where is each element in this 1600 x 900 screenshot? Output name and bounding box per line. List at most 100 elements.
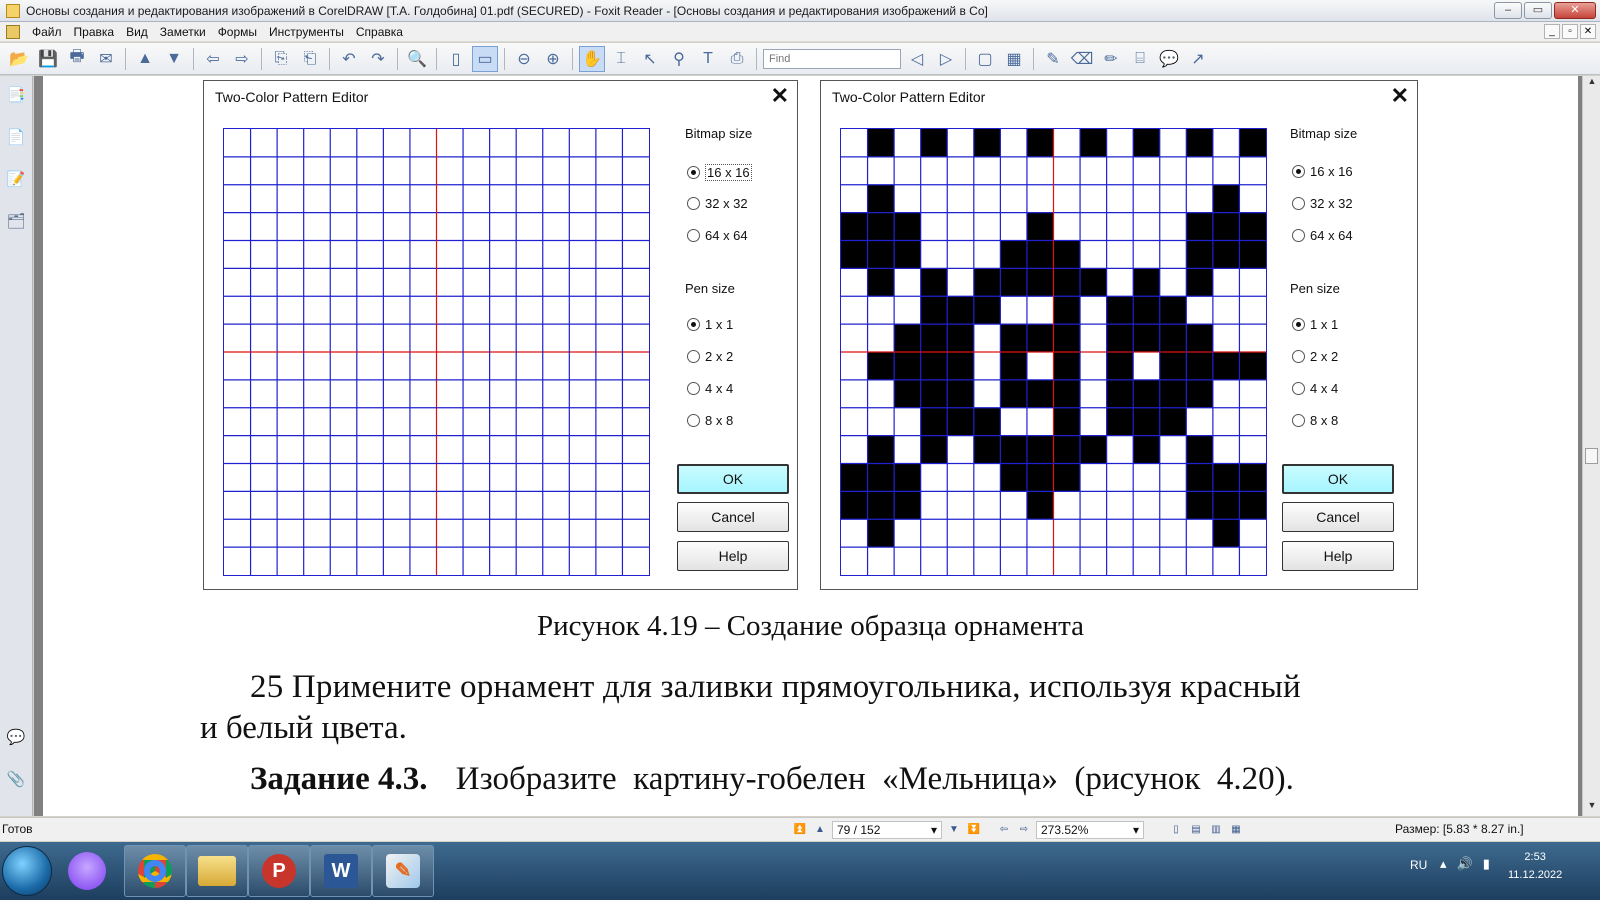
previous-page-icon[interactable]: ▲ bbox=[812, 822, 828, 838]
pattern-cell[interactable] bbox=[1080, 352, 1107, 380]
pattern-cell[interactable] bbox=[569, 212, 596, 241]
pattern-cell[interactable] bbox=[542, 324, 570, 352]
pattern-cell[interactable] bbox=[542, 435, 570, 464]
pattern-cell[interactable] bbox=[569, 240, 596, 269]
next-page-status-icon[interactable]: ▼ bbox=[946, 822, 962, 838]
pattern-cell[interactable] bbox=[920, 519, 948, 548]
pattern-cell[interactable] bbox=[1133, 129, 1160, 157]
pattern-cell[interactable] bbox=[383, 212, 410, 241]
pattern-cell[interactable] bbox=[867, 268, 895, 297]
pattern-cell[interactable] bbox=[542, 547, 570, 575]
pattern-cell[interactable] bbox=[463, 547, 490, 575]
pattern-cell[interactable] bbox=[463, 212, 490, 241]
find-prev-icon[interactable]: ◁ bbox=[904, 46, 930, 72]
pattern-cell[interactable] bbox=[489, 491, 517, 520]
pattern-cell[interactable] bbox=[463, 184, 490, 213]
pattern-cell[interactable] bbox=[1026, 324, 1054, 352]
pattern-cell[interactable] bbox=[489, 463, 517, 492]
pattern-cell[interactable] bbox=[1239, 296, 1266, 325]
pattern-cell[interactable] bbox=[867, 324, 895, 352]
pattern-cell[interactable] bbox=[841, 491, 868, 520]
pattern-cell[interactable] bbox=[622, 352, 649, 380]
pattern-cell[interactable] bbox=[1053, 352, 1081, 380]
pattern-cell[interactable] bbox=[1080, 519, 1107, 548]
pattern-cell[interactable] bbox=[277, 352, 304, 380]
help-button[interactable]: Help bbox=[1282, 541, 1394, 571]
dialog-close-icon[interactable]: ✕ bbox=[1391, 83, 1409, 109]
pattern-cell[interactable] bbox=[1106, 463, 1134, 492]
pattern-cell[interactable] bbox=[436, 212, 464, 241]
radio-icon[interactable] bbox=[1292, 414, 1305, 427]
pattern-cell[interactable] bbox=[1026, 379, 1054, 408]
pattern-cell[interactable] bbox=[463, 519, 490, 548]
pattern-cell[interactable] bbox=[409, 156, 437, 185]
pattern-cell[interactable] bbox=[489, 379, 517, 408]
pattern-cell[interactable] bbox=[303, 547, 331, 575]
pattern-cell[interactable] bbox=[330, 129, 357, 157]
doc-minimize-button[interactable]: _ bbox=[1544, 24, 1560, 39]
select-text-icon[interactable]: ⌶ bbox=[608, 46, 634, 72]
pattern-cell[interactable] bbox=[383, 324, 410, 352]
pattern-cell[interactable] bbox=[356, 129, 384, 157]
pattern-cell[interactable] bbox=[569, 129, 596, 157]
pattern-cell[interactable] bbox=[330, 407, 357, 436]
radio-icon[interactable] bbox=[1292, 229, 1305, 242]
pattern-cell[interactable] bbox=[1106, 352, 1134, 380]
save-icon[interactable]: 💾 bbox=[35, 46, 61, 72]
pattern-cell[interactable] bbox=[463, 352, 490, 380]
pattern-cell[interactable] bbox=[920, 156, 948, 185]
radio-icon[interactable] bbox=[687, 414, 700, 427]
pattern-cell[interactable] bbox=[622, 212, 649, 241]
pattern-cell[interactable] bbox=[409, 268, 437, 297]
pattern-cell[interactable] bbox=[1053, 379, 1081, 408]
fit-width-icon[interactable]: ▭ bbox=[472, 45, 498, 72]
help-button[interactable]: Help bbox=[677, 541, 789, 571]
pattern-cell[interactable] bbox=[1186, 212, 1213, 241]
pattern-cell[interactable] bbox=[489, 435, 517, 464]
pattern-cell[interactable] bbox=[277, 184, 304, 213]
pattern-cell[interactable] bbox=[250, 212, 278, 241]
radio-selected-icon[interactable] bbox=[687, 318, 700, 331]
pattern-cell[interactable] bbox=[489, 296, 517, 325]
pattern-cell[interactable] bbox=[622, 379, 649, 408]
pattern-cell[interactable] bbox=[436, 268, 464, 297]
pattern-cell[interactable] bbox=[1159, 324, 1187, 352]
pattern-cell[interactable] bbox=[356, 435, 384, 464]
pattern-cell[interactable] bbox=[224, 407, 251, 436]
pattern-cell[interactable] bbox=[841, 240, 868, 269]
pattern-cell[interactable] bbox=[867, 463, 895, 492]
pattern-cell[interactable] bbox=[1000, 212, 1027, 241]
pattern-cell[interactable] bbox=[1186, 156, 1213, 185]
pattern-cell[interactable] bbox=[1080, 184, 1107, 213]
pattern-cell[interactable] bbox=[1080, 435, 1107, 464]
pattern-cell[interactable] bbox=[516, 129, 543, 157]
bitmap-16-option[interactable]: 16 x 16 bbox=[687, 164, 752, 181]
pattern-cell[interactable] bbox=[383, 352, 410, 380]
pattern-cell[interactable] bbox=[1080, 212, 1107, 241]
pattern-cell[interactable] bbox=[277, 268, 304, 297]
doc-restore-button[interactable]: ▫ bbox=[1562, 24, 1578, 39]
zoom-field[interactable]: 273.52% ▾ bbox=[1036, 821, 1144, 839]
pattern-cell[interactable] bbox=[1186, 324, 1213, 352]
pattern-cell[interactable] bbox=[569, 156, 596, 185]
pattern-cell[interactable] bbox=[463, 240, 490, 269]
pattern-cell[interactable] bbox=[1212, 463, 1240, 492]
bookmarks-icon[interactable]: 📑 bbox=[4, 82, 28, 108]
pattern-cell[interactable] bbox=[1053, 519, 1081, 548]
pattern-cell[interactable] bbox=[1186, 547, 1213, 575]
pattern-cell[interactable] bbox=[622, 547, 649, 575]
pattern-cell[interactable] bbox=[383, 156, 410, 185]
pen-8-option[interactable]: 8 x 8 bbox=[1292, 413, 1338, 428]
pattern-cell[interactable] bbox=[1000, 491, 1027, 520]
pattern-cell[interactable] bbox=[1080, 491, 1107, 520]
pattern-cell[interactable] bbox=[920, 379, 948, 408]
pattern-cell[interactable] bbox=[595, 212, 623, 241]
pattern-cell[interactable] bbox=[894, 156, 921, 185]
find-input[interactable] bbox=[763, 48, 901, 69]
pattern-cell[interactable] bbox=[1239, 547, 1266, 575]
pattern-cell[interactable] bbox=[542, 156, 570, 185]
pattern-cell[interactable] bbox=[1186, 435, 1213, 464]
pattern-cell[interactable] bbox=[1133, 491, 1160, 520]
pattern-cell[interactable] bbox=[489, 352, 517, 380]
bitmap-16-option[interactable]: 16 x 16 bbox=[1292, 164, 1353, 179]
